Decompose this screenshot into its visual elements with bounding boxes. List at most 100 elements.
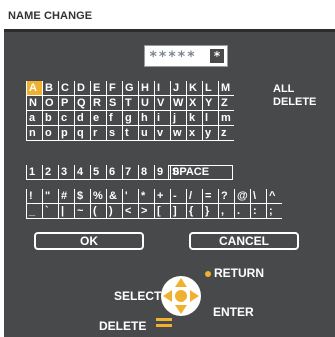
char-key[interactable]: ( [90, 204, 106, 219]
char-key[interactable]: m [218, 111, 234, 126]
char-key[interactable]: w [170, 126, 186, 141]
char-key[interactable]: + [154, 189, 170, 204]
char-key[interactable]: - [170, 189, 186, 204]
char-key[interactable]: b [42, 111, 58, 126]
char-key[interactable]: ] [170, 204, 186, 219]
char-key[interactable]: : [250, 204, 266, 219]
char-key[interactable]: f [106, 111, 122, 126]
char-key[interactable]: & [106, 189, 122, 204]
char-key[interactable]: G [122, 81, 138, 96]
char-key[interactable]: h [138, 111, 154, 126]
char-key[interactable]: / [186, 189, 202, 204]
char-key[interactable]: 1 [26, 165, 42, 180]
char-key[interactable]: % [90, 189, 106, 204]
char-key[interactable]: * [138, 189, 154, 204]
char-key[interactable]: J [170, 81, 186, 96]
char-key[interactable]: d [74, 111, 90, 126]
char-key[interactable]: | [58, 204, 74, 219]
char-key[interactable]: < [122, 204, 138, 219]
char-key[interactable]: s [106, 126, 122, 141]
char-key[interactable]: # [58, 189, 74, 204]
char-key[interactable]: Q [74, 96, 90, 111]
char-key[interactable]: a [26, 111, 42, 126]
char-key[interactable]: x [186, 126, 202, 141]
char-key[interactable]: R [90, 96, 106, 111]
char-key[interactable]: > [138, 204, 154, 219]
char-key[interactable]: r [90, 126, 106, 141]
char-key[interactable]: t [122, 126, 138, 141]
char-key[interactable]: v [154, 126, 170, 141]
name-change-screen: NAME CHANGE ***** * ABCDEFGHIJKLM NOPQRST… [0, 0, 335, 337]
char-key[interactable]: ` [42, 204, 58, 219]
char-key[interactable]: i [154, 111, 170, 126]
all-delete-key[interactable]: ALL DELETE [272, 83, 335, 108]
char-key[interactable]: N [26, 96, 42, 111]
char-key[interactable]: } [202, 204, 218, 219]
char-key[interactable]: D [74, 81, 90, 96]
char-key[interactable]: ; [266, 204, 282, 219]
char-key[interactable]: B [42, 81, 58, 96]
char-key[interactable]: j [170, 111, 186, 126]
char-key[interactable]: Z [218, 96, 234, 111]
char-key[interactable]: , [218, 204, 234, 219]
char-key[interactable]: g [122, 111, 138, 126]
char-key[interactable]: M [218, 81, 234, 96]
char-key[interactable]: . [234, 204, 250, 219]
char-key[interactable]: 3 [58, 165, 74, 180]
char-key[interactable]: 8 [138, 165, 154, 180]
char-key[interactable]: ? [218, 189, 234, 204]
char-key[interactable]: q [74, 126, 90, 141]
char-key[interactable]: X [186, 96, 202, 111]
char-key[interactable]: W [170, 96, 186, 111]
char-key[interactable]: P [58, 96, 74, 111]
cancel-button[interactable]: CANCEL [189, 232, 299, 250]
char-key[interactable]: p [58, 126, 74, 141]
char-key[interactable]: \ [250, 189, 266, 204]
char-key[interactable]: ' [122, 189, 138, 204]
char-key[interactable]: z [218, 126, 234, 141]
char-key[interactable]: o [42, 126, 58, 141]
char-key[interactable]: [ [154, 204, 170, 219]
space-key[interactable]: SPACE [168, 165, 233, 180]
char-key[interactable]: 5 [90, 165, 106, 180]
char-key[interactable]: E [90, 81, 106, 96]
char-key[interactable]: Y [202, 96, 218, 111]
name-input[interactable]: ***** * [144, 45, 228, 67]
char-key[interactable]: ^ [266, 189, 282, 204]
char-key[interactable]: A [26, 81, 42, 96]
char-key[interactable]: c [58, 111, 74, 126]
char-key[interactable]: l [202, 111, 218, 126]
delete-label: DELETE [99, 319, 147, 333]
char-key[interactable]: 2 [42, 165, 58, 180]
char-key[interactable]: { [186, 204, 202, 219]
char-key[interactable]: ! [26, 189, 42, 204]
char-key[interactable]: _ [26, 204, 42, 219]
char-key[interactable]: n [26, 126, 42, 141]
char-key[interactable]: O [42, 96, 58, 111]
char-key[interactable]: S [106, 96, 122, 111]
char-key[interactable]: $ [74, 189, 90, 204]
char-key[interactable]: k [186, 111, 202, 126]
char-key[interactable]: ~ [74, 204, 90, 219]
text-cursor: * [210, 49, 224, 63]
char-key[interactable]: u [138, 126, 154, 141]
char-key[interactable]: C [58, 81, 74, 96]
char-key[interactable]: U [138, 96, 154, 111]
char-key[interactable]: L [202, 81, 218, 96]
char-key[interactable]: ) [106, 204, 122, 219]
char-key[interactable]: F [106, 81, 122, 96]
char-key[interactable]: " [42, 189, 58, 204]
char-key[interactable]: V [154, 96, 170, 111]
char-key[interactable]: 6 [106, 165, 122, 180]
char-key[interactable]: @ [234, 189, 250, 204]
char-key[interactable]: I [154, 81, 170, 96]
ok-button[interactable]: OK [34, 232, 144, 250]
char-key[interactable]: K [186, 81, 202, 96]
char-key[interactable]: e [90, 111, 106, 126]
char-key[interactable]: = [202, 189, 218, 204]
char-key[interactable]: y [202, 126, 218, 141]
char-key[interactable]: 4 [74, 165, 90, 180]
char-key[interactable]: T [122, 96, 138, 111]
char-key[interactable]: H [138, 81, 154, 96]
char-key[interactable]: 7 [122, 165, 138, 180]
